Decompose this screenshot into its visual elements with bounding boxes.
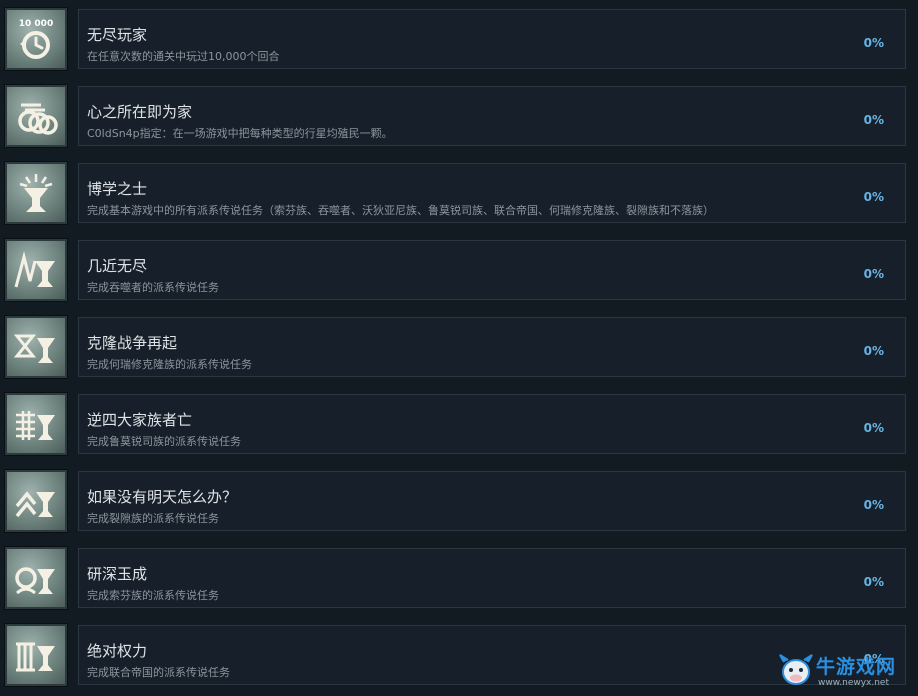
achievement-title: 几近无尽 bbox=[87, 257, 148, 275]
achievement-card: 逆四大家族者亡 完成鲁莫锐司族的派系传说任务 0% bbox=[78, 394, 906, 454]
achievement-description: 完成索芬族的派系传说任务 bbox=[87, 589, 219, 602]
achievement-description: 完成鲁莫锐司族的派系传说任务 bbox=[87, 435, 241, 448]
achievement-title: 博学之士 bbox=[87, 180, 148, 198]
achievement-title: 如果没有明天怎么办？ bbox=[87, 488, 238, 506]
site-watermark: 牛游戏网 www.newyx.net bbox=[776, 650, 916, 694]
achievement-card: 如果没有明天怎么办？ 完成裂隙族的派系传说任务 0% bbox=[78, 471, 906, 531]
achievement-card: 博学之士 完成基本游戏中的所有派系传说任务（索芬族、吞噬者、沃狄亚尼族、鲁莫锐司… bbox=[78, 163, 906, 223]
achievement-progress: 0% bbox=[863, 344, 884, 358]
achievement-progress: 0% bbox=[863, 498, 884, 512]
achievement-title: 研深玉成 bbox=[87, 565, 148, 583]
achievement-row[interactable]: 研深玉成 完成索芬族的派系传说任务 0% bbox=[0, 539, 918, 616]
achievement-description: C0ldSn4p指定：在一场游戏中把每种类型的行星均殖民一颗。 bbox=[87, 127, 393, 140]
watermark-title: 牛游戏网 bbox=[816, 656, 897, 678]
horatio-chalice-icon bbox=[4, 315, 68, 379]
icon-badge-text: 10 000 bbox=[19, 19, 53, 29]
achievement-progress: 0% bbox=[863, 575, 884, 589]
achievement-row[interactable]: 博学之士 完成基本游戏中的所有派系传说任务（索芬族、吞噬者、沃狄亚尼族、鲁莫锐司… bbox=[0, 154, 918, 231]
achievement-row[interactable]: 如果没有明天怎么办？ 完成裂隙族的派系传说任务 0% bbox=[0, 462, 918, 539]
achievement-row[interactable]: 10 000 无尽玩家 在任意次数的通关中玩过10,000个回合 0% bbox=[0, 0, 918, 77]
sophon-chalice-icon bbox=[4, 546, 68, 610]
achievement-progress: 0% bbox=[863, 267, 884, 281]
turns-clock-icon: 10 000 bbox=[4, 7, 68, 71]
achievement-description: 在任意次数的通关中玩过10,000个回合 bbox=[87, 50, 280, 63]
achievement-title: 克隆战争再起 bbox=[87, 334, 178, 352]
empire-chalice-icon bbox=[4, 623, 68, 687]
achievement-card: 几近无尽 完成吞噬者的派系传说任务 0% bbox=[78, 240, 906, 300]
planets-icon bbox=[4, 84, 68, 148]
achievement-description: 完成联合帝国的派系传说任务 bbox=[87, 666, 230, 679]
achievement-description: 完成吞噬者的派系传说任务 bbox=[87, 281, 219, 294]
achievement-title: 逆四大家族者亡 bbox=[87, 411, 193, 429]
achievement-card: 克隆战争再起 完成何瑞修克隆族的派系传说任务 0% bbox=[78, 317, 906, 377]
achievement-row[interactable]: 克隆战争再起 完成何瑞修克隆族的派系传说任务 0% bbox=[0, 308, 918, 385]
achievement-progress: 0% bbox=[863, 113, 884, 127]
chalice-rays-icon bbox=[4, 161, 68, 225]
cravers-chalice-icon bbox=[4, 238, 68, 302]
achievement-card: 研深玉成 完成索芬族的派系传说任务 0% bbox=[78, 548, 906, 608]
cow-mascot-icon bbox=[779, 654, 813, 685]
achievement-title: 无尽玩家 bbox=[87, 26, 148, 44]
achievement-description: 完成裂隙族的派系传说任务 bbox=[87, 512, 219, 525]
watermark-url: www.newyx.net bbox=[818, 678, 890, 688]
lumeris-chalice-icon bbox=[4, 392, 68, 456]
achievement-description: 完成基本游戏中的所有派系传说任务（索芬族、吞噬者、沃狄亚尼族、鲁莫锐司族、联合帝… bbox=[87, 204, 714, 217]
riftborn-chalice-icon bbox=[4, 469, 68, 533]
achievement-progress: 0% bbox=[863, 421, 884, 435]
achievement-card: 无尽玩家 在任意次数的通关中玩过10,000个回合 0% bbox=[78, 9, 906, 69]
achievement-title: 绝对权力 bbox=[87, 642, 148, 660]
achievement-card: 心之所在即为家 C0ldSn4p指定：在一场游戏中把每种类型的行星均殖民一颗。 … bbox=[78, 86, 906, 146]
achievement-progress: 0% bbox=[863, 36, 884, 50]
achievement-row[interactable]: 心之所在即为家 C0ldSn4p指定：在一场游戏中把每种类型的行星均殖民一颗。 … bbox=[0, 77, 918, 154]
achievement-row[interactable]: 几近无尽 完成吞噬者的派系传说任务 0% bbox=[0, 231, 918, 308]
achievement-description: 完成何瑞修克隆族的派系传说任务 bbox=[87, 358, 252, 371]
achievement-row[interactable]: 逆四大家族者亡 完成鲁莫锐司族的派系传说任务 0% bbox=[0, 385, 918, 462]
achievement-progress: 0% bbox=[863, 190, 884, 204]
achievement-title: 心之所在即为家 bbox=[87, 103, 193, 121]
